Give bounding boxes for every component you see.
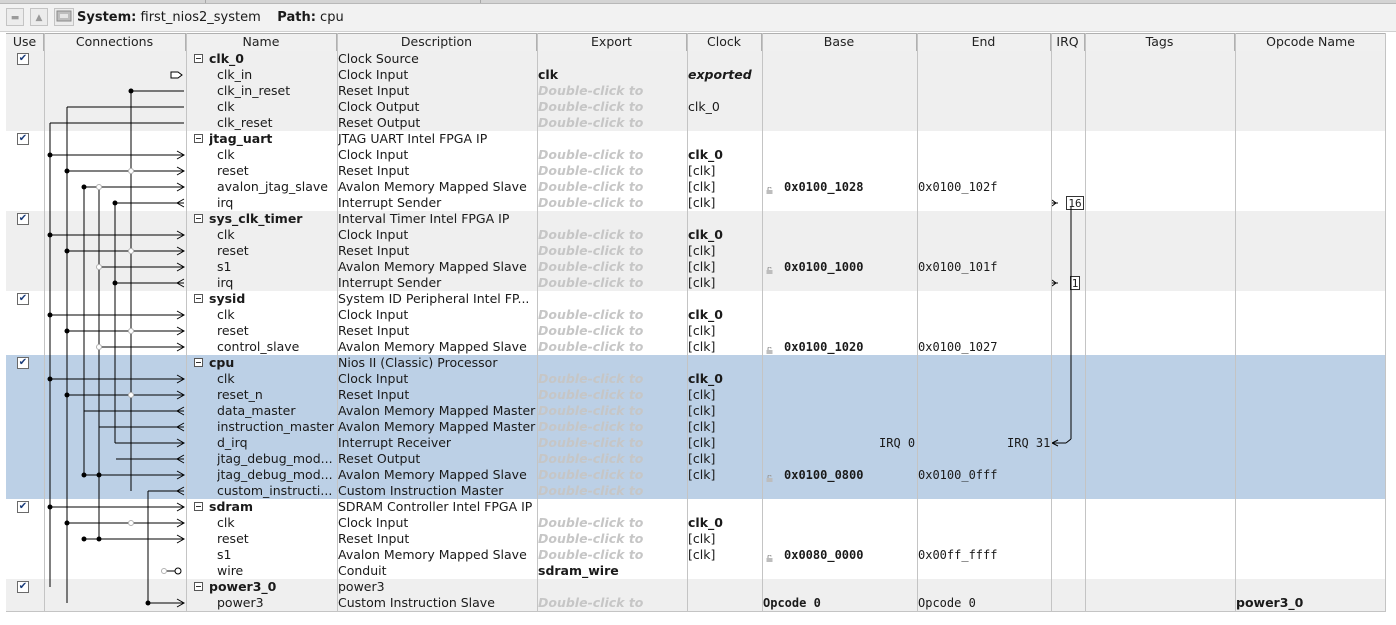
unconnected-dot[interactable] [128, 248, 134, 254]
column-divider [1051, 33, 1052, 611]
column-divider [1085, 33, 1086, 611]
move-up-button[interactable]: ▲ [30, 8, 48, 26]
unconnected-dot[interactable] [128, 168, 134, 174]
header-opcode-name[interactable]: Opcode Name [1235, 34, 1386, 51]
header-connections[interactable]: Connections [44, 34, 186, 51]
header-tags[interactable]: Tags [1085, 34, 1235, 51]
connection-dot[interactable] [81, 536, 87, 542]
unconnected-dot[interactable] [96, 264, 102, 270]
toolbar: ▬ ▲ System: first_nios2_system Path: cpu [0, 4, 1396, 32]
unconnected-dot[interactable] [128, 328, 134, 334]
path-value: cpu [320, 10, 344, 25]
conduit-export-icon[interactable] [174, 567, 182, 575]
unconnected-dot[interactable] [161, 568, 167, 574]
top-strip-divider [205, 0, 206, 3]
system-label: System: [77, 10, 137, 25]
connection-line [1065, 438, 1072, 444]
unconnected-dot[interactable] [96, 344, 102, 350]
column-divider [186, 33, 187, 611]
export-arrow-icon[interactable] [170, 71, 183, 79]
connection-dot[interactable] [81, 472, 87, 478]
column-divider [44, 33, 45, 611]
connections-diagram[interactable] [6, 51, 1386, 611]
column-divider [1235, 33, 1236, 611]
column-divider [337, 33, 338, 611]
header-irq[interactable]: IRQ [1051, 34, 1085, 51]
unconnected-dot[interactable] [96, 184, 102, 190]
column-divider [762, 33, 763, 611]
collapse-all-button[interactable]: ▬ [6, 8, 24, 26]
header-export[interactable]: Export [537, 34, 687, 51]
header-base[interactable]: Base [762, 34, 917, 51]
header-name[interactable]: Name [186, 34, 337, 51]
system-name: first_nios2_system [140, 10, 261, 25]
connection-dot[interactable] [96, 536, 102, 542]
connection-dot[interactable] [96, 472, 102, 478]
column-divider [687, 33, 688, 611]
header-use[interactable]: Use [6, 34, 44, 51]
path-label: Path: [277, 10, 316, 25]
top-strip-divider [480, 0, 481, 3]
table-bottom-border [6, 611, 1386, 612]
column-divider [537, 33, 538, 611]
system-hierarchy-icon[interactable] [54, 8, 74, 26]
column-divider [917, 33, 918, 611]
connection-dot[interactable] [145, 600, 151, 606]
header-description[interactable]: Description [337, 34, 537, 51]
system-path-label: System: first_nios2_system Path: cpu [77, 10, 344, 25]
header-clock[interactable]: Clock [687, 34, 762, 51]
table-header: Use Connections Name Description Export … [6, 33, 1386, 52]
unconnected-dot[interactable] [128, 520, 134, 526]
unconnected-dot[interactable] [128, 392, 134, 398]
header-end[interactable]: End [917, 34, 1051, 51]
system-contents-table: ✔ clk_0 Clock Source clk_in Clock Input clk ex… [6, 51, 1386, 611]
connection-dot[interactable] [81, 184, 87, 190]
column-divider [1385, 33, 1386, 611]
